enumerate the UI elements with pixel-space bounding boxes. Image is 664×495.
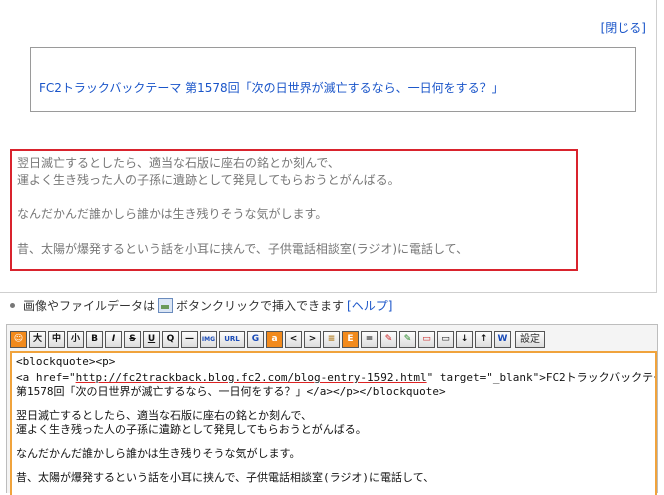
preview-line: 昔、太陽が爆発するという話を小耳に挟んで、子供電話相談室(ラジオ)に電話して、 — [17, 242, 469, 256]
preview-line: なんだかんだ誰かしら誰かは生き残りそうな気がします。 — [17, 207, 328, 221]
color-icon[interactable]: ✎ — [380, 330, 397, 348]
strike-button[interactable]: S — [124, 330, 141, 348]
word-icon[interactable]: W — [494, 330, 511, 348]
equals-button[interactable]: = — [361, 330, 378, 348]
align-left-button[interactable]: < — [285, 330, 302, 348]
code-line: 第1578回「次の日世界が滅亡するなら、一日何をする？」</a></p></bl… — [16, 385, 446, 398]
google-icon[interactable]: G — [247, 330, 264, 348]
body-textarea[interactable]: <blockquote><p> <a href="http://fc2track… — [10, 351, 657, 495]
list-icon[interactable]: ≡ — [323, 330, 340, 348]
preview-line: 運よく生き残った人の子孫に遺跡として発見してもらおうとがんばる。 — [17, 173, 400, 187]
insert-hint: 画像やファイルデータは ボタンクリックで挿入できます [ヘルプ] — [10, 297, 392, 314]
hr-button[interactable]: — — [181, 330, 198, 348]
code-line: 昔、太陽が爆発するという話を小耳に挟んで、子供電話相談室(ラジオ)に電話して、 — [16, 471, 435, 484]
underline-button[interactable]: U — [143, 330, 160, 348]
font-small-button[interactable]: 小 — [67, 330, 84, 348]
italic-button[interactable]: I — [105, 330, 122, 348]
preview-panel: [閉じる] FC2トラックバックテーマ 第1578回「次の日世界が滅亡するなら、… — [0, 0, 657, 293]
hint-text-after: ボタンクリックで挿入できます — [176, 299, 345, 313]
trackback-theme-link[interactable]: FC2トラックバックテーマ 第1578回「次の日世界が滅亡するなら、一日何をする… — [39, 79, 504, 96]
emoji-icon[interactable]: ☺ — [10, 330, 27, 348]
frame-icon[interactable]: ▭ — [437, 330, 454, 348]
settings-button[interactable]: 設定 — [515, 330, 545, 348]
font-large-button[interactable]: 大 — [29, 330, 46, 348]
image-icon — [158, 298, 174, 313]
bullet-icon — [10, 303, 15, 308]
url-button[interactable]: URL — [219, 330, 245, 348]
hint-text-before: 画像やファイルデータは — [23, 299, 156, 313]
font-medium-button[interactable]: 中 — [48, 330, 65, 348]
quote-button[interactable]: Q — [162, 330, 179, 348]
code-line: なんだかんだ誰かしら誰かは生き残りそうな気がします。 — [16, 447, 301, 460]
bold-button[interactable]: B — [86, 330, 103, 348]
editor-toolbar: ☺ 大 中 小 B I S U Q — IMG URL G a < > ≡ E … — [10, 329, 545, 349]
blog-icon[interactable]: E — [342, 330, 359, 348]
image-insert-icon[interactable]: IMG — [200, 330, 217, 348]
video-icon[interactable]: ▭ — [418, 330, 435, 348]
amazon-icon[interactable]: a — [266, 330, 283, 348]
preview-text-box: 翌日滅亡するとしたら、適当な石版に座右の銘とか刻んで、 運よく生き残った人の子孫… — [10, 149, 578, 271]
move-down-button[interactable]: ↓ — [456, 330, 473, 348]
align-right-button[interactable]: > — [304, 330, 321, 348]
editor: ☺ 大 中 小 B I S U Q — IMG URL G a < > ≡ E … — [6, 324, 658, 495]
preview-line: 翌日滅亡するとしたら、適当な石版に座右の銘とか刻んで、 — [17, 156, 340, 170]
pen-icon[interactable]: ✎ — [399, 330, 416, 348]
code-line: <blockquote><p> — [16, 355, 116, 368]
code-fragment: " target="_blank">FC2トラックバックテーマ — [426, 371, 657, 384]
trackback-theme-box: FC2トラックバックテーマ 第1578回「次の日世界が滅亡するなら、一日何をする… — [30, 47, 636, 112]
close-link[interactable]: [閉じる] — [601, 19, 646, 36]
move-up-button[interactable]: ↑ — [475, 330, 492, 348]
code-line: 運よく生き残った人の子孫に遺跡として発見してもらおうとがんばる。 — [16, 423, 367, 436]
help-link[interactable]: [ヘルプ] — [347, 297, 392, 314]
